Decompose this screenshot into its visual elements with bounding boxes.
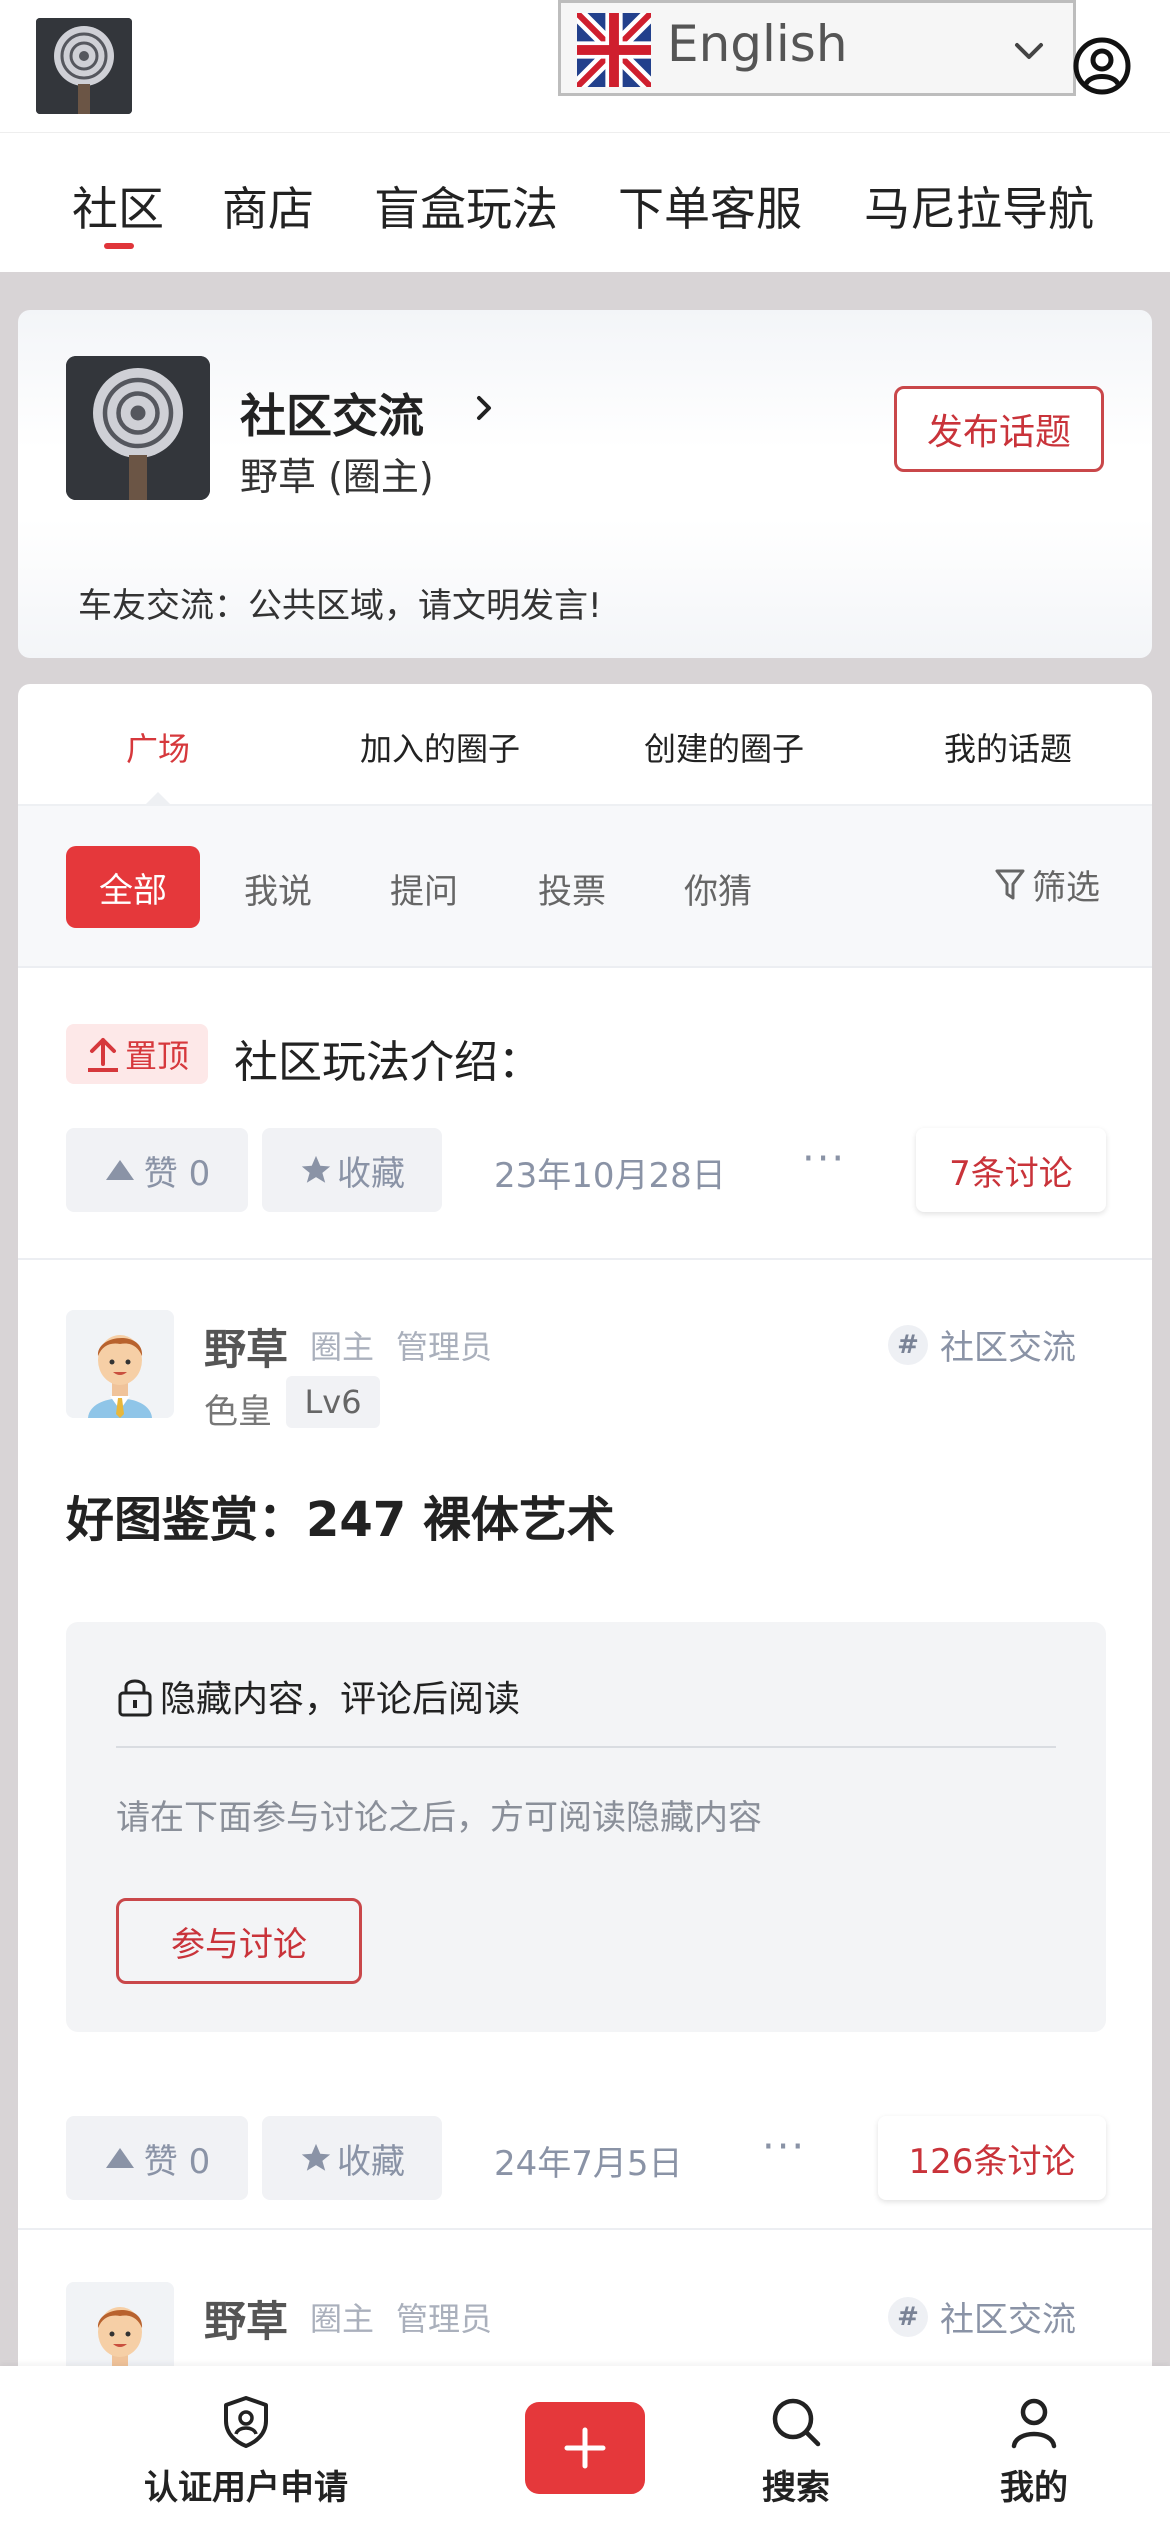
filter-say[interactable]: 我说 [244, 864, 312, 913]
feed-card: 广场 加入的圈子 创建的圈子 我的话题 全部 我说 提问 投票 你猜 筛选 置顶… [18, 684, 1152, 2384]
nav-item-shop[interactable]: 商店 [222, 173, 314, 239]
pinned-actions: 赞 0 收藏 23年10月28日 ··· 7条讨论 [18, 1128, 1152, 1212]
filter-bar: 全部 我说 提问 投票 你猜 筛选 [18, 806, 1152, 968]
site-logo[interactable] [36, 18, 132, 114]
more-options[interactable]: ··· [762, 2124, 806, 2170]
publish-topic-button[interactable]: 发布话题 [894, 386, 1104, 472]
author-name[interactable]: 野草 [204, 1316, 288, 1377]
post-card[interactable]: 野草 圈主 管理员 # 社区交流 色皇 Lv6 好图鉴赏：247 裸体艺术 隐藏… [18, 1260, 1152, 2230]
favorite-button[interactable]: 收藏 [262, 2116, 442, 2200]
filter-label: 筛选 [1032, 868, 1100, 908]
language-selector[interactable]: English [558, 0, 1076, 96]
tab-plaza[interactable]: 广场 [126, 724, 190, 770]
hidden-heading-text: 隐藏内容，评论后阅读 [160, 1679, 521, 1720]
filter-guess[interactable]: 你猜 [684, 864, 752, 913]
join-discussion-button[interactable]: 参与讨论 [116, 1898, 362, 1984]
pinned-label: 置顶 [124, 1037, 189, 1075]
like-button[interactable]: 赞 0 [66, 1128, 248, 1212]
upload-icon [87, 1038, 118, 1072]
star-icon [301, 2143, 331, 2171]
tag-label: 社区交流 [940, 1328, 1076, 1368]
favorite-label: 收藏 [337, 1153, 405, 1194]
bottom-nav: 认证用户申请 搜索 我的 [0, 2366, 1170, 2532]
top-bar: English [0, 0, 1170, 132]
favorite-button[interactable]: 收藏 [262, 1128, 442, 1212]
role-owner: 圈主 [310, 1328, 375, 1366]
like-label: 赞 0 [143, 1153, 211, 1194]
circle-avatar[interactable] [66, 356, 210, 500]
post-title[interactable]: 好图鉴赏：247 裸体艺术 [66, 1480, 615, 1550]
feed-tabs: 广场 加入的圈子 创建的圈子 我的话题 [18, 684, 1152, 806]
filter-vote[interactable]: 投票 [538, 864, 606, 913]
funnel-icon [995, 869, 1025, 899]
tab-created-circles[interactable]: 创建的圈子 [644, 724, 804, 770]
hidden-description: 请在下面参与讨论之后，方可阅读隐藏内容 [116, 1798, 762, 1838]
triangle-up-icon [105, 2148, 134, 2168]
circle-card: 社区交流 野草 (圈主) 发布话题 车友交流：公共区域，请文明发言! [18, 310, 1152, 658]
bottom-nav-mine-label: 我的 [1000, 2468, 1068, 2508]
search-icon [772, 2398, 821, 2447]
person-icon [1011, 2398, 1057, 2449]
circle-title[interactable]: 社区交流 [240, 380, 424, 446]
post-circle-tag[interactable]: # 社区交流 [888, 2292, 1076, 2341]
hash-icon: # [888, 2296, 928, 2337]
divider [116, 1746, 1056, 1748]
filter-all[interactable]: 全部 [66, 846, 200, 928]
tab-active-caret [144, 792, 172, 806]
author-avatar[interactable] [66, 1310, 174, 1418]
hidden-content-box: 隐藏内容，评论后阅读 请在下面参与讨论之后，方可阅读隐藏内容 参与讨论 [66, 1622, 1106, 2032]
bottom-nav-search-label: 搜索 [762, 2468, 830, 2508]
circle-notice: 车友交流：公共区域，请文明发言! [78, 586, 602, 626]
bottom-nav-mine[interactable]: 我的 [1000, 2394, 1068, 2509]
tag-label: 社区交流 [940, 2300, 1076, 2340]
language-label: English [667, 15, 848, 73]
uk-flag-icon [577, 13, 651, 87]
pinned-badge: 置顶 [66, 1024, 208, 1084]
role-admin: 管理员 [396, 2300, 493, 2338]
create-post-button[interactable] [525, 2402, 645, 2494]
nav-item-service[interactable]: 下单客服 [618, 173, 802, 239]
lock-icon [118, 1679, 152, 1717]
post-actions: 赞 0 收藏 24年7月5日 ··· 126条讨论 [18, 2116, 1152, 2200]
hash-icon: # [888, 1324, 928, 1365]
plus-icon [564, 2427, 606, 2469]
nav-item-blindbox[interactable]: 盲盒玩法 [374, 173, 558, 239]
post-card[interactable]: 野草 圈主 管理员 # 社区交流 [18, 2232, 1152, 2384]
filter-button[interactable]: 筛选 [994, 860, 1100, 909]
user-circle-icon[interactable] [1072, 36, 1132, 96]
filter-ask[interactable]: 提问 [390, 864, 458, 913]
level-badge: Lv6 [286, 1376, 380, 1428]
chevron-right-icon[interactable] [470, 394, 498, 422]
star-icon [301, 1155, 331, 1183]
bottom-nav-search[interactable]: 搜索 [762, 2394, 830, 2509]
tab-joined-circles[interactable]: 加入的圈子 [360, 724, 520, 770]
post-circle-tag[interactable]: # 社区交流 [888, 1320, 1076, 1369]
discussion-count-button[interactable]: 7条讨论 [916, 1128, 1106, 1212]
tab-my-topics[interactable]: 我的话题 [944, 724, 1072, 770]
nav-item-manila-nav[interactable]: 马尼拉导航 [864, 173, 1094, 239]
post-date: 24年7月5日 [494, 2144, 683, 2184]
author-name[interactable]: 野草 [204, 2288, 288, 2349]
like-label: 赞 0 [143, 2141, 211, 2182]
favorite-label: 收藏 [337, 2141, 405, 2182]
nav-active-indicator [104, 243, 134, 249]
discussion-count-button[interactable]: 126条讨论 [878, 2116, 1106, 2200]
hidden-content-heading: 隐藏内容，评论后阅读 [116, 1670, 520, 1722]
role-admin: 管理员 [396, 1328, 493, 1366]
bottom-nav-verify-label: 认证用户申请 [144, 2468, 348, 2508]
pinned-title[interactable]: 社区玩法介绍： [234, 1026, 542, 1090]
triangle-up-icon [105, 1160, 134, 1180]
chevron-down-icon [1015, 43, 1043, 59]
pinned-post[interactable]: 置顶 社区玩法介绍： 赞 0 收藏 23年10月28日 ··· 7条讨论 [18, 968, 1152, 1260]
post-date: 23年10月28日 [494, 1156, 726, 1196]
nav-item-community[interactable]: 社区 [72, 173, 164, 239]
role-owner: 圈主 [310, 2300, 375, 2338]
more-options[interactable]: ··· [802, 1136, 846, 1182]
like-button[interactable]: 赞 0 [66, 2116, 248, 2200]
main-nav: 社区 商店 盲盒玩法 下单客服 马尼拉导航 [0, 132, 1170, 272]
shield-user-icon [224, 2396, 268, 2448]
bottom-nav-verify[interactable]: 认证用户申请 [144, 2394, 348, 2509]
circle-owner: 野草 (圈主) [240, 455, 434, 499]
level-title: 色皇 [204, 1392, 272, 1432]
